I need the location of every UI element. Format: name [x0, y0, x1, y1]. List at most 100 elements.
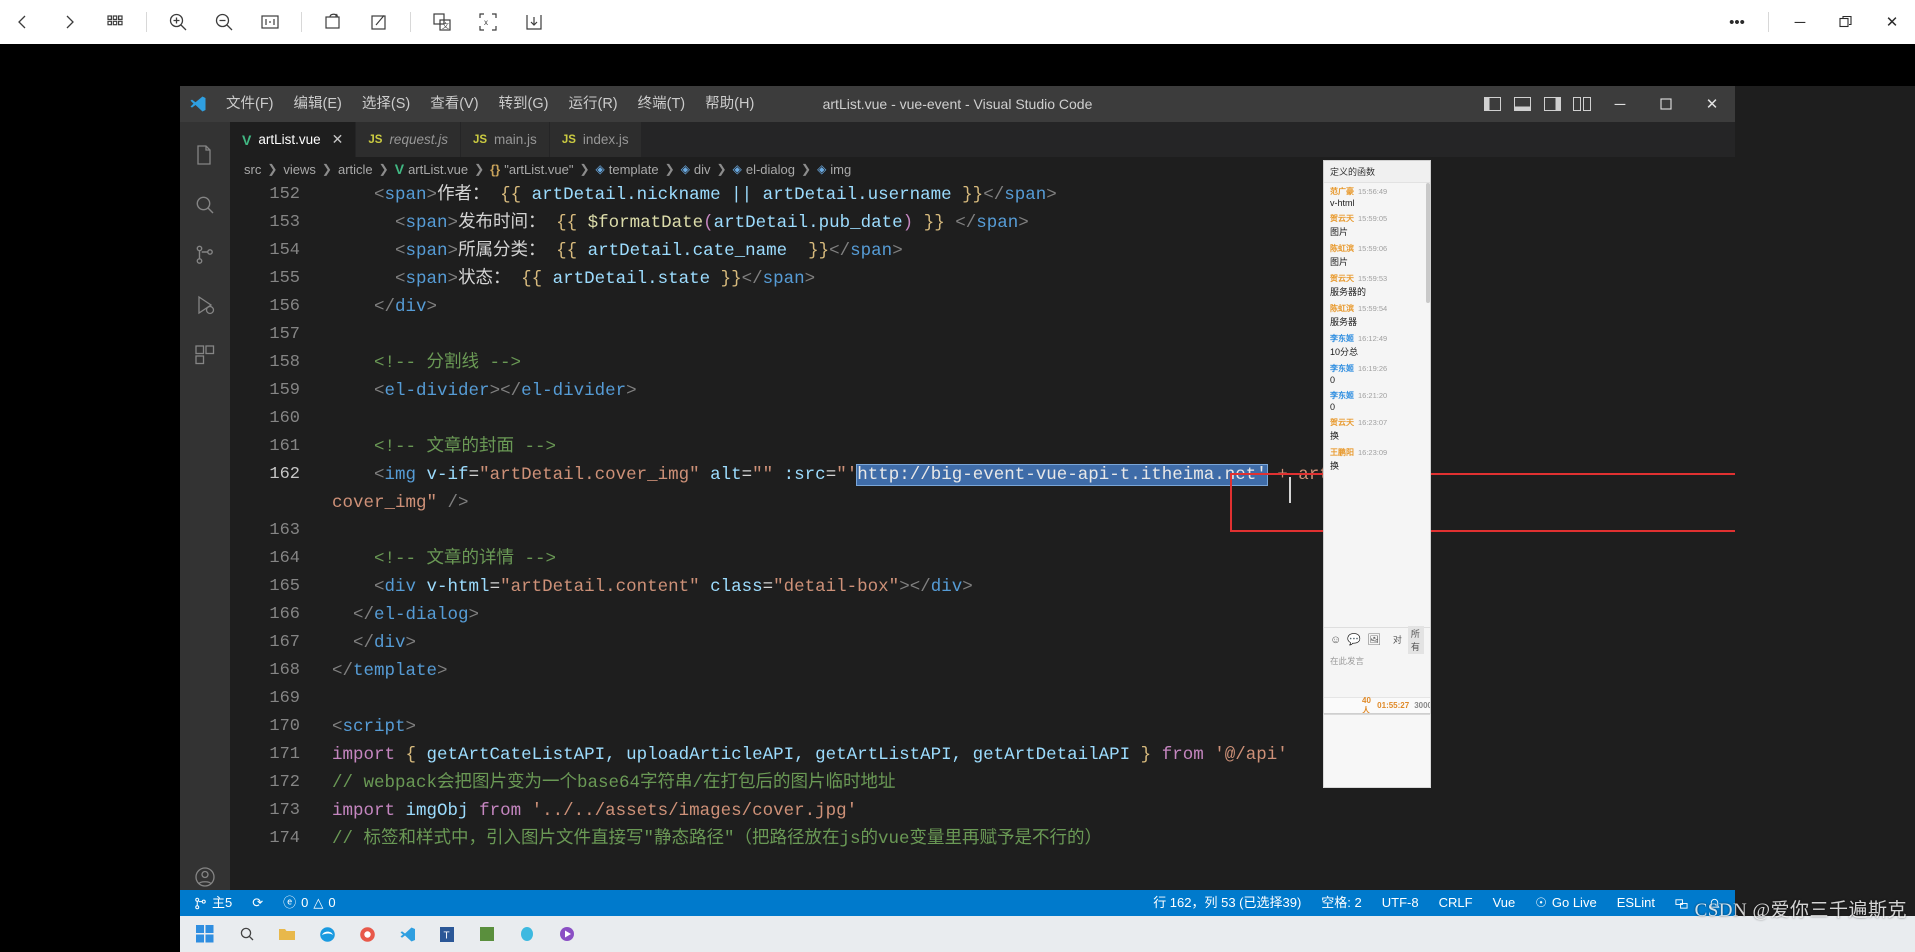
chat-sender-name[interactable]: 贺云天: [1330, 417, 1354, 428]
sidebar-item-explorer[interactable]: [180, 130, 230, 180]
code-line[interactable]: 174 // 标签和样式中，引入图片文件直接写"静态路径"（把路径放在js的vue…: [230, 825, 1735, 853]
code-line[interactable]: 160: [230, 405, 1735, 433]
tab-request-js[interactable]: JS request.js: [356, 122, 461, 157]
status-branch[interactable]: 主5: [186, 890, 240, 916]
code-line[interactable]: 165 <div v-html="artDetail.content" clas…: [230, 573, 1735, 601]
vscode-maximize-button[interactable]: [1643, 86, 1689, 122]
toggle-panel-icon[interactable]: [1507, 86, 1537, 122]
more-options-button[interactable]: •••: [1714, 6, 1760, 38]
chat-message-list[interactable]: 范广豪 15:56:49 v-html 贺云天 15:59:05 图片 陈虹滨 15:59:0…: [1324, 183, 1430, 627]
breadcrumb-el-dialog[interactable]: el-dialog: [746, 162, 795, 177]
sidebar-item-extensions[interactable]: [180, 330, 230, 380]
zoom-in-icon[interactable]: [155, 5, 201, 39]
status-eol[interactable]: CRLF: [1431, 890, 1481, 916]
menu-view[interactable]: 查看(V): [420, 86, 488, 122]
tab-artlist-vue[interactable]: V artList.vue ✕: [230, 122, 357, 157]
code-line[interactable]: 173 import imgObj from '../../assets/imag…: [230, 797, 1735, 825]
code-line[interactable]: 164 <!-- 文章的详情 -->: [230, 545, 1735, 573]
menu-selection[interactable]: 选择(S): [352, 86, 420, 122]
chat-sender-name[interactable]: 贺云天: [1330, 273, 1354, 284]
code-line[interactable]: 159 <el-divider></el-divider>: [230, 377, 1735, 405]
translate-icon[interactable]: 文: [419, 5, 465, 39]
menu-terminal[interactable]: 终端(T): [628, 86, 696, 122]
emoji-icon[interactable]: ☺: [1330, 634, 1341, 646]
sidebar-item-run-debug[interactable]: [180, 280, 230, 330]
chat-sender-name[interactable]: 李东姬: [1330, 333, 1354, 344]
restore-button[interactable]: [1823, 6, 1869, 38]
close-button[interactable]: ✕: [1869, 6, 1915, 38]
actual-size-icon[interactable]: [247, 5, 293, 39]
toggle-primary-sidebar-icon[interactable]: [1477, 86, 1507, 122]
chat-input[interactable]: 在此发言: [1324, 651, 1430, 691]
status-go-live[interactable]: ☉ Go Live: [1527, 890, 1604, 916]
chat-sender-name[interactable]: 范广豪: [1330, 186, 1354, 197]
code-line[interactable]: 158 <!-- 分割线 -->: [230, 349, 1735, 377]
back-icon[interactable]: [0, 5, 46, 39]
chat-sender-name[interactable]: 李东姬: [1330, 363, 1354, 374]
breadcrumb-article[interactable]: article: [338, 162, 373, 177]
sidebar-item-source-control[interactable]: [180, 230, 230, 280]
edge-taskbar-icon[interactable]: [312, 920, 342, 948]
start-button[interactable]: [188, 919, 222, 949]
forward-icon[interactable]: [46, 5, 92, 39]
code-line[interactable]: 156 </div>: [230, 293, 1735, 321]
chat-target-all-label[interactable]: 所有: [1407, 625, 1424, 654]
qq-taskbar-icon[interactable]: [512, 920, 542, 948]
chat-sender-name[interactable]: 贺云天: [1330, 213, 1354, 224]
code-line[interactable]: 169: [230, 685, 1735, 713]
menu-goto[interactable]: 转到(G): [489, 86, 559, 122]
chat-window[interactable]: 定义的函数 范广豪 15:56:49 v-html 贺云天 15:59:05 图片 陈虹滨 1…: [1323, 160, 1431, 714]
customize-layout-icon[interactable]: [1567, 86, 1597, 122]
chat-target-label[interactable]: 对: [1393, 633, 1402, 646]
edit-icon[interactable]: [356, 5, 402, 39]
status-encoding[interactable]: UTF-8: [1374, 890, 1427, 916]
chat-sender-name[interactable]: 李东姬: [1330, 390, 1354, 401]
breadcrumb-src[interactable]: src: [244, 162, 261, 177]
chat-sender-name[interactable]: 王鹏阳: [1330, 447, 1354, 458]
code-line[interactable]: 152 <span>作者： {{ artDetail.nickname || a…: [230, 181, 1735, 209]
status-sync-icon[interactable]: ⟳: [244, 890, 271, 916]
code-line[interactable]: 171 import { getArtCateListAPI, uploadArt…: [230, 741, 1735, 769]
code-line[interactable]: 161 <!-- 文章的封面 -->: [230, 433, 1735, 461]
code-line[interactable]: 154 <span>所属分类： {{ artDetail.cate_name }…: [230, 237, 1735, 265]
status-problems[interactable]: ⓔ 0 △ 0: [275, 890, 343, 916]
code-line[interactable]: 172 // webpack会把图片变为一个base64字符串/在打包后的图片临时…: [230, 769, 1735, 797]
breadcrumb-views[interactable]: views: [283, 162, 316, 177]
breadcrumb-div[interactable]: div: [694, 162, 711, 177]
image-icon[interactable]: 🖼: [1367, 633, 1381, 646]
vscode-close-button[interactable]: ✕: [1689, 86, 1735, 122]
chat-scrollbar[interactable]: [1426, 183, 1430, 303]
remote-window-icon[interactable]: [1667, 890, 1696, 916]
chrome-taskbar-icon[interactable]: [352, 920, 382, 948]
grid-view-icon[interactable]: [92, 5, 138, 39]
code-line[interactable]: 157: [230, 321, 1735, 349]
media-taskbar-icon[interactable]: [552, 920, 582, 948]
folder-taskbar-icon[interactable]: [272, 920, 302, 948]
code-line[interactable]: 163: [230, 517, 1735, 545]
breadcrumb-img[interactable]: img: [830, 162, 851, 177]
sidebar-item-search[interactable]: [180, 180, 230, 230]
word-taskbar-icon[interactable]: T: [432, 920, 462, 948]
code-line[interactable]: 166 </el-dialog>: [230, 601, 1735, 629]
minimize-button[interactable]: ─: [1777, 6, 1823, 38]
ocr-extract-icon[interactable]: x: [465, 5, 511, 39]
rotate-icon[interactable]: [310, 5, 356, 39]
menu-file[interactable]: 文件(F): [216, 86, 284, 122]
menu-help[interactable]: 帮助(H): [695, 86, 764, 122]
breadcrumb-file[interactable]: artList.vue: [408, 162, 468, 177]
menu-run[interactable]: 运行(R): [558, 86, 627, 122]
tab-main-js[interactable]: JS main.js: [460, 122, 550, 157]
zoom-out-icon[interactable]: [201, 5, 247, 39]
code-line[interactable]: 167 </div>: [230, 629, 1735, 657]
close-icon[interactable]: ✕: [332, 131, 344, 148]
menu-edit[interactable]: 编辑(E): [284, 86, 352, 122]
tab-index-js[interactable]: JS index.js: [549, 122, 642, 157]
status-language-mode[interactable]: Vue: [1485, 890, 1524, 916]
code-line[interactable]: 168 </template>: [230, 657, 1735, 685]
app-taskbar-icon[interactable]: [472, 920, 502, 948]
message-icon[interactable]: 💬: [1347, 633, 1361, 646]
code-taskbar-icon[interactable]: [392, 920, 422, 948]
code-line[interactable]: 153 <span>发布时间： {{ $formatDate(artDetail…: [230, 209, 1735, 237]
code-line[interactable]: 170 <script>: [230, 713, 1735, 741]
code-line[interactable]: 162 <img v-if="artDetail.cover_img" alt=…: [230, 461, 1735, 517]
